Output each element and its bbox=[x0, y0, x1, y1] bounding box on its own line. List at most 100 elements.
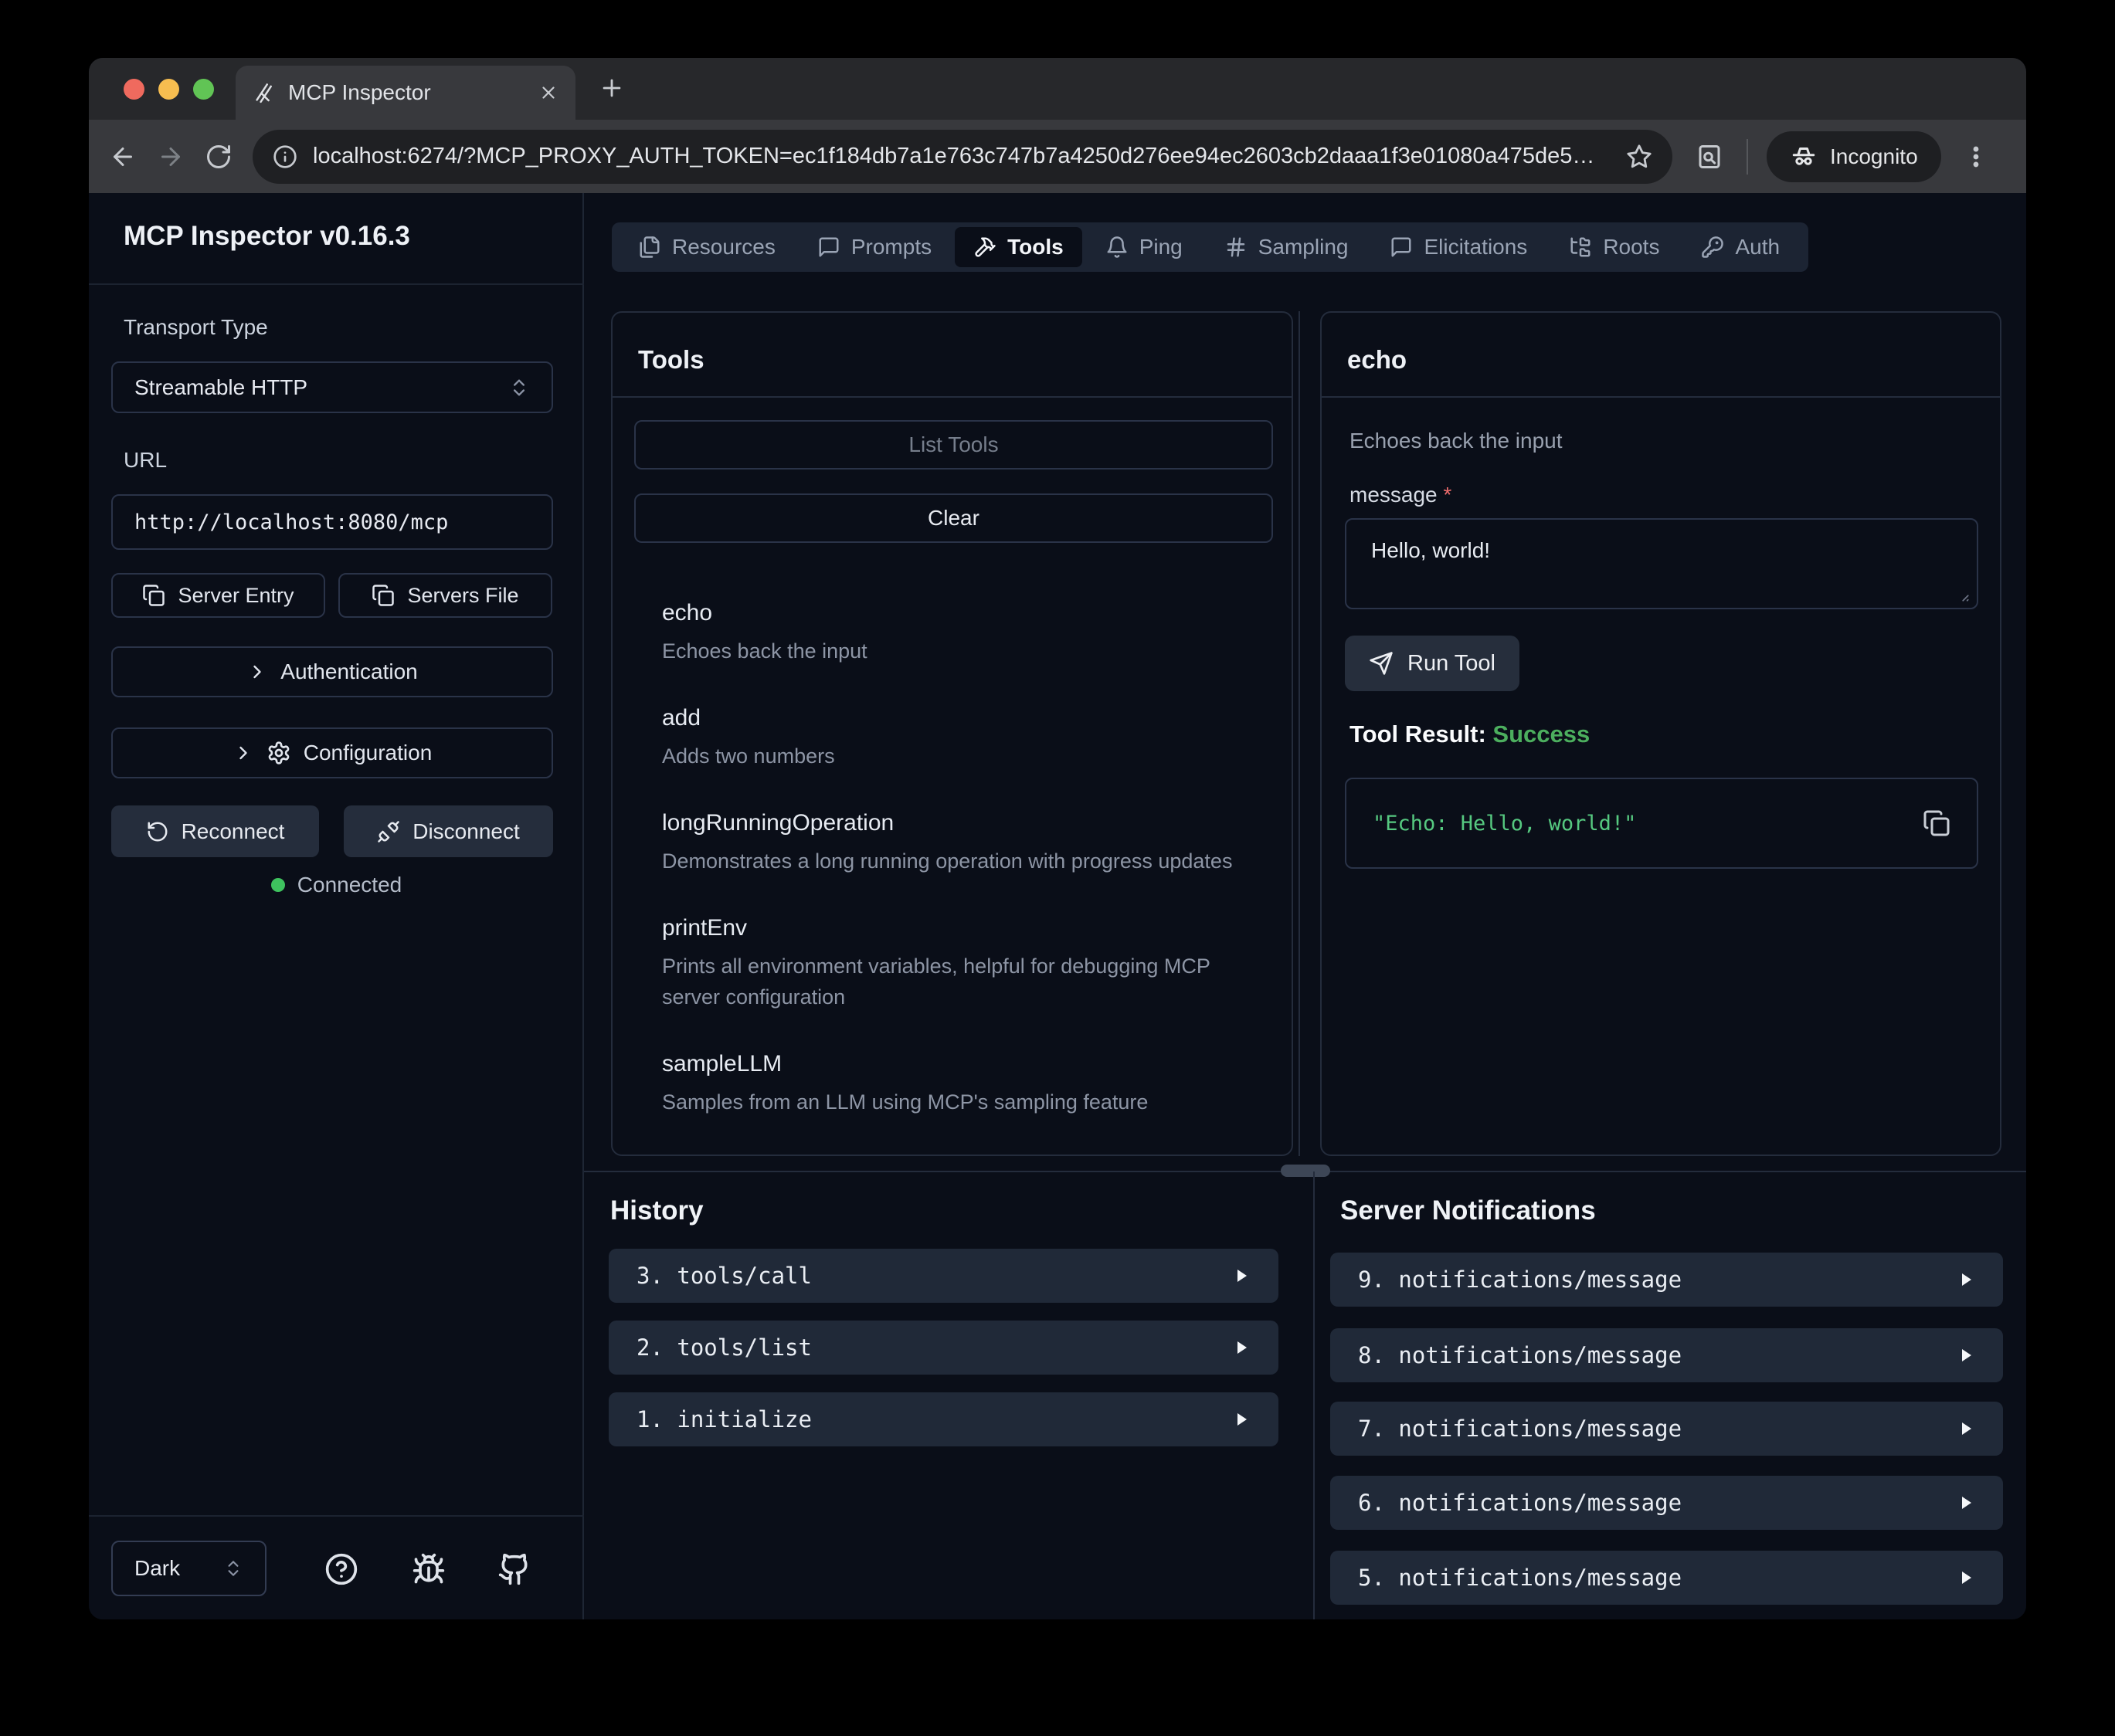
url-label: URL bbox=[124, 448, 167, 473]
history-title: History bbox=[610, 1195, 704, 1226]
tab-label: Auth bbox=[1735, 235, 1780, 259]
tool-item-echo[interactable]: echo Echoes back the input bbox=[662, 600, 1249, 666]
copy-icon bbox=[142, 584, 165, 607]
notification-row[interactable]: 5. notifications/message bbox=[1330, 1551, 2003, 1605]
hash-icon bbox=[1224, 236, 1248, 259]
param-label: message bbox=[1349, 483, 1438, 507]
reload-icon[interactable] bbox=[205, 143, 233, 171]
tab-sampling[interactable]: Sampling bbox=[1206, 227, 1367, 267]
clear-label: Clear bbox=[928, 506, 979, 531]
nav-tabbar: Resources Prompts Tools bbox=[612, 222, 1808, 272]
tab-resources[interactable]: Resources bbox=[620, 227, 794, 267]
search-tabs-icon[interactable] bbox=[1696, 143, 1723, 171]
copy-icon bbox=[372, 584, 395, 607]
browser-menu-icon[interactable] bbox=[1963, 144, 1989, 170]
transport-type-select[interactable]: Streamable HTTP bbox=[111, 361, 553, 413]
resize-handle[interactable] bbox=[1281, 1165, 1330, 1177]
history-row[interactable]: 3. tools/call bbox=[609, 1249, 1278, 1303]
chevrons-up-down-icon bbox=[508, 377, 530, 398]
tab-title: MCP Inspector bbox=[288, 80, 526, 105]
tab-roots[interactable]: Roots bbox=[1550, 227, 1678, 267]
notification-row[interactable]: 7. notifications/message bbox=[1330, 1402, 2003, 1456]
tool-item-samplellm[interactable]: sampleLLM Samples from an LLM using MCP'… bbox=[662, 1051, 1249, 1117]
copy-icon[interactable] bbox=[1923, 809, 1950, 837]
expand-triangle-icon bbox=[1232, 1338, 1251, 1357]
app-title: MCP Inspector v0.16.3 bbox=[124, 221, 410, 252]
connected-dot-icon bbox=[271, 878, 285, 892]
incognito-badge[interactable]: Incognito bbox=[1767, 131, 1941, 182]
tab-label: Prompts bbox=[851, 235, 932, 259]
browser-toolbar: localhost:6274/?MCP_PROXY_AUTH_TOKEN=ec1… bbox=[89, 120, 2026, 193]
github-icon[interactable] bbox=[497, 1552, 531, 1586]
textarea-resize-grip-icon[interactable] bbox=[1950, 583, 1971, 603]
message-square-icon bbox=[817, 236, 840, 259]
browser-tab[interactable]: MCP Inspector bbox=[236, 66, 575, 120]
tab-tools[interactable]: Tools bbox=[955, 227, 1082, 267]
servers-file-button[interactable]: Servers File bbox=[338, 573, 552, 618]
key-icon bbox=[1701, 236, 1724, 259]
tool-result-line: Tool Result: Success bbox=[1349, 721, 1590, 748]
tool-item-longrunningoperation[interactable]: longRunningOperation Demonstrates a long… bbox=[662, 810, 1249, 876]
sidebar: MCP Inspector v0.16.3 Transport Type Str… bbox=[89, 193, 584, 1619]
tab-prompts[interactable]: Prompts bbox=[799, 227, 950, 267]
tab-auth[interactable]: Auth bbox=[1682, 227, 1798, 267]
main-area: Resources Prompts Tools bbox=[584, 193, 2026, 1619]
tool-item-printenv[interactable]: printEnv Prints all environment variable… bbox=[662, 915, 1249, 1012]
zoom-window-button[interactable] bbox=[193, 79, 214, 100]
theme-select[interactable]: Dark bbox=[111, 1541, 266, 1596]
forward-icon[interactable] bbox=[157, 143, 185, 171]
tool-result-box: "Echo: Hello, world!" bbox=[1345, 778, 1978, 869]
url-bar[interactable]: localhost:6274/?MCP_PROXY_AUTH_TOKEN=ec1… bbox=[253, 130, 1672, 184]
toolbar-separator bbox=[1747, 139, 1748, 175]
tab-label: Roots bbox=[1603, 235, 1659, 259]
bug-icon[interactable] bbox=[412, 1552, 446, 1586]
tab-close-icon[interactable] bbox=[538, 83, 558, 103]
run-tool-button[interactable]: Run Tool bbox=[1345, 636, 1519, 691]
clear-button[interactable]: Clear bbox=[634, 493, 1273, 543]
tab-label: Sampling bbox=[1258, 235, 1349, 259]
chevron-right-icon bbox=[233, 742, 254, 764]
new-tab-icon[interactable] bbox=[599, 75, 625, 101]
notification-row[interactable]: 9. notifications/message bbox=[1330, 1253, 2003, 1307]
expand-triangle-icon bbox=[1957, 1419, 1975, 1438]
message-square-icon bbox=[1390, 236, 1413, 259]
tab-ping[interactable]: Ping bbox=[1087, 227, 1201, 267]
close-window-button[interactable] bbox=[124, 79, 144, 100]
authentication-label: Authentication bbox=[280, 659, 417, 684]
browser-window: MCP Inspector localhost:6274/?MCP_PROXY_… bbox=[89, 58, 2026, 1619]
minimize-window-button[interactable] bbox=[158, 79, 179, 100]
list-tools-button[interactable]: List Tools bbox=[634, 420, 1273, 470]
tools-panel-title: Tools bbox=[638, 345, 704, 375]
site-info-icon[interactable] bbox=[273, 144, 297, 169]
tab-elicitations[interactable]: Elicitations bbox=[1371, 227, 1546, 267]
history-row[interactable]: 2. tools/list bbox=[609, 1321, 1278, 1375]
tools-list: echo Echoes back the input add Adds two … bbox=[662, 600, 1249, 1156]
notification-row[interactable]: 8. notifications/message bbox=[1330, 1328, 2003, 1382]
rotate-ccw-icon bbox=[146, 820, 169, 843]
server-entry-button[interactable]: Server Entry bbox=[111, 573, 325, 618]
reconnect-button[interactable]: Reconnect bbox=[111, 805, 319, 857]
expand-triangle-icon bbox=[1232, 1266, 1251, 1285]
run-tool-label: Run Tool bbox=[1407, 651, 1495, 676]
notification-row[interactable]: 6. notifications/message bbox=[1330, 1476, 2003, 1530]
tool-item-add[interactable]: add Adds two numbers bbox=[662, 705, 1249, 771]
required-marker: * bbox=[1443, 483, 1451, 507]
message-textarea[interactable]: Hello, world! bbox=[1345, 518, 1978, 609]
connection-status: Connected bbox=[89, 873, 584, 897]
hammer-icon bbox=[973, 236, 996, 259]
divider bbox=[89, 1515, 584, 1517]
mcp-inspector-app: MCP Inspector v0.16.3 Transport Type Str… bbox=[89, 193, 2026, 1619]
authentication-button[interactable]: Authentication bbox=[111, 646, 553, 697]
history-row[interactable]: 1. initialize bbox=[609, 1392, 1278, 1446]
tool-detail-panel: echo Echoes back the input message * Hel… bbox=[1320, 311, 2001, 1156]
incognito-label: Incognito bbox=[1830, 144, 1918, 169]
bookmark-star-icon[interactable] bbox=[1626, 144, 1652, 170]
help-circle-icon[interactable] bbox=[324, 1552, 358, 1586]
tool-detail-description: Echoes back the input bbox=[1349, 429, 1563, 453]
panel-resize-divider[interactable] bbox=[1299, 311, 1300, 1156]
theme-value: Dark bbox=[134, 1556, 180, 1581]
configuration-button[interactable]: Configuration bbox=[111, 727, 553, 778]
back-icon[interactable] bbox=[109, 143, 137, 171]
server-url-input[interactable] bbox=[111, 494, 553, 550]
disconnect-button[interactable]: Disconnect bbox=[344, 805, 553, 857]
